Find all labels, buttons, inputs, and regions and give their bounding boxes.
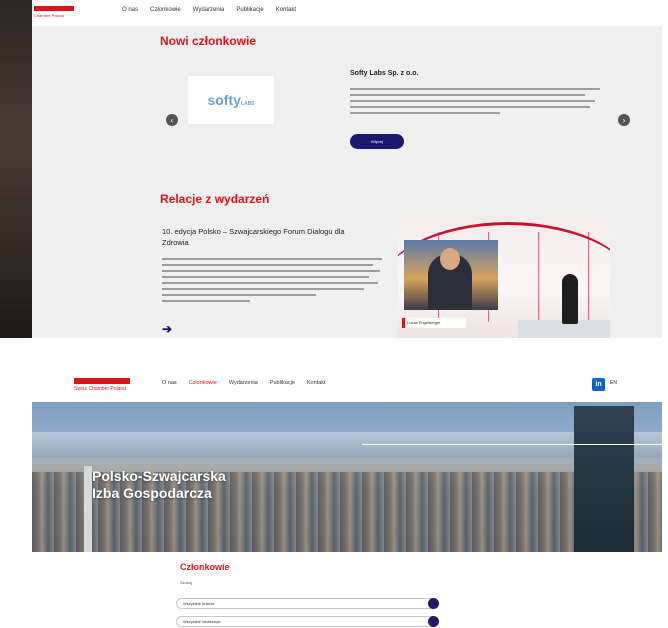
church-spire: [84, 466, 92, 552]
logo-word: softy: [207, 92, 241, 108]
hero-title-line1: Polsko-Szwajcarska: [92, 468, 226, 484]
text-line: [162, 282, 378, 284]
top-navbar: Chamber Poland O nas Członkowie Wydarzen…: [32, 0, 662, 26]
top-website-screenshot: Chamber Poland O nas Członkowie Wydarzen…: [32, 0, 662, 338]
events-title: Relacje z wydarzeń: [160, 192, 270, 206]
text-line: [162, 300, 250, 302]
text-line: [162, 276, 369, 278]
text-line: [350, 94, 585, 96]
text-line: [350, 106, 590, 108]
hero-banner: Polsko-Szwajcarska Izba Gospodarcza: [32, 402, 662, 552]
language-switch[interactable]: EN: [610, 380, 617, 386]
text-line: [350, 88, 600, 90]
nav-item-czlonkowie[interactable]: Członkowie: [150, 7, 181, 13]
company-logo[interactable]: softyLABS: [188, 76, 274, 124]
top-navbar-2: Swiss Chamber Poland O nas Członkowie Wy…: [32, 366, 662, 402]
main-nav-2: O nas Członkowie Wydarzenia Publikacje K…: [162, 380, 326, 386]
prime-tower: [574, 406, 634, 552]
text-line: [162, 270, 380, 272]
company-name: Softy Labs Sp. z o.o.: [350, 70, 419, 77]
speaker-face: [440, 248, 460, 270]
members-title: Członkowie: [180, 562, 230, 572]
nav-item-publikacje[interactable]: Publikacje: [236, 7, 263, 13]
carousel-prev-button[interactable]: ‹: [166, 114, 178, 126]
text-line: [162, 258, 382, 260]
text-line: [162, 288, 365, 290]
arrow-right-icon[interactable]: ➔: [162, 322, 172, 336]
nav-item-o-nas[interactable]: O nas: [162, 380, 177, 386]
nav-item-publikacje[interactable]: Publikacje: [270, 380, 295, 386]
stage-line: [538, 232, 539, 322]
moderator-silhouette: [562, 274, 578, 324]
chevron-left-icon: ‹: [170, 115, 174, 125]
logo-suffix: LABS: [240, 101, 255, 107]
chevron-down-icon[interactable]: [428, 616, 439, 627]
location-select[interactable]: Wszystkie lokalizacje: [176, 616, 438, 627]
nav-item-kontakt[interactable]: Kontakt: [276, 7, 296, 13]
bottom-website-screenshot: Swiss Chamber Poland O nas Członkowie Wy…: [32, 366, 662, 628]
event-title[interactable]: 10. edycja Polsko – Szwajcarskiego Forum…: [162, 226, 372, 248]
text-line: [162, 264, 374, 266]
hero-title-line2: Izba Gospodarcza: [92, 485, 212, 501]
event-photo[interactable]: Lukas Engelberger: [398, 216, 610, 338]
new-members-title: Nowi członkowie: [160, 34, 257, 48]
company-description: [350, 88, 600, 118]
filter-label: Szukaj: [180, 580, 193, 585]
chevron-right-icon: ›: [622, 115, 626, 125]
nav-item-wydarzenia[interactable]: Wydarzenia: [229, 380, 258, 386]
logo-red-bar: [74, 378, 130, 384]
nav-item-wydarzenia[interactable]: Wydarzenia: [193, 7, 225, 13]
event-description: [162, 258, 382, 306]
main-nav: O nas Członkowie Wydarzenia Publikacje K…: [122, 7, 296, 13]
logo-brand: Swiss: [74, 386, 88, 392]
site-logo-2[interactable]: Swiss Chamber Poland: [74, 378, 130, 396]
logo-text: Swiss Chamber Poland: [74, 386, 130, 392]
text-line: [350, 112, 500, 114]
text-line: [162, 294, 316, 296]
hero-accent-line: [362, 444, 662, 445]
logo-text: Chamber Poland: [34, 13, 65, 18]
chevron-down-icon[interactable]: [428, 598, 439, 609]
site-logo[interactable]: Chamber Poland: [34, 6, 74, 19]
background-photo-strip: [0, 0, 32, 338]
text-line: [350, 100, 595, 102]
linkedin-icon[interactable]: in: [592, 378, 605, 391]
more-button[interactable]: Więcej: [350, 134, 404, 149]
stage-line: [588, 232, 589, 322]
logo-subtext: Chamber Poland: [88, 386, 126, 392]
softy-labs-logo: softyLABS: [207, 92, 254, 108]
hero-title: Polsko-Szwajcarska Izba Gospodarcza: [92, 468, 226, 502]
nav-item-czlonkowie[interactable]: Członkowie: [189, 380, 217, 386]
industry-select[interactable]: Wszystkie branże: [176, 598, 438, 609]
nav-item-kontakt[interactable]: Kontakt: [307, 380, 326, 386]
speaker-nameplate: Lukas Engelberger: [402, 318, 466, 328]
mountains: [32, 432, 662, 458]
carousel-next-button[interactable]: ›: [618, 114, 630, 126]
logo-red-bar: [34, 6, 74, 11]
nav-item-o-nas[interactable]: O nas: [122, 7, 138, 13]
page: Chamber Poland O nas Członkowie Wydarzen…: [0, 0, 668, 628]
